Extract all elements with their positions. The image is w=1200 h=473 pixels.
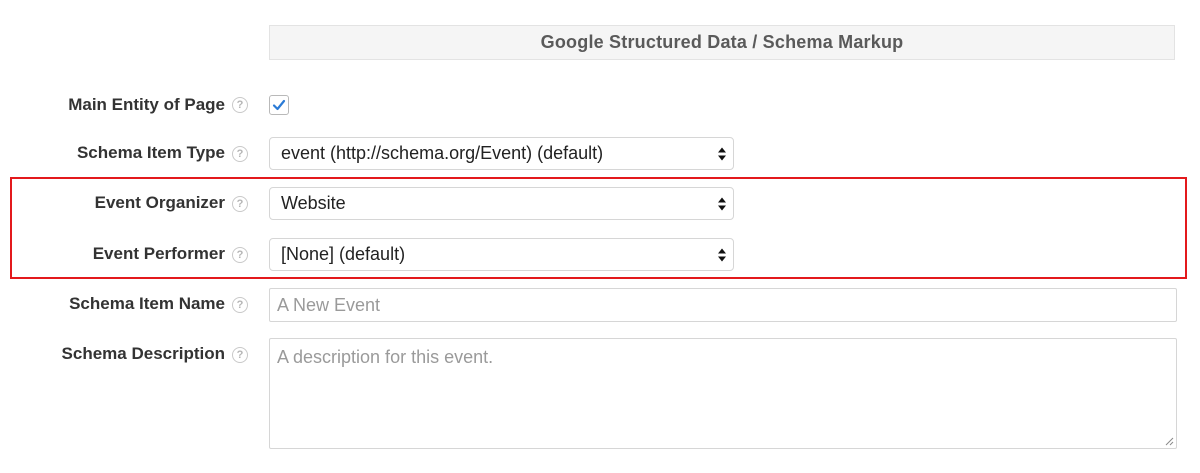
checkmark-icon [272,99,286,111]
schema-item-type-value: event (http://schema.org/Event) (default… [281,143,604,163]
schema-item-type-label: Schema Item Type [76,143,225,162]
schema-description-textarea[interactable]: A description for this event. [269,338,1177,449]
schema-description-placeholder: A description for this event. [277,347,494,367]
up-down-arrows-icon [718,147,726,161]
schema-description-label: Schema Description [61,344,225,363]
question-circle-icon[interactable]: ? [232,297,248,313]
row-main-entity: Main Entity of Page ? [0,93,1200,117]
question-circle-icon[interactable]: ? [232,347,248,363]
row-schema-description: Schema Description ? A description for t… [0,338,1200,449]
row-schema-item-type: Schema Item Type ? event (http://schema.… [0,137,1200,170]
event-organizer-label: Event Organizer [94,193,225,212]
row-schema-item-name: Schema Item Name ? A New Event [0,288,1200,322]
schema-item-type-select[interactable]: event (http://schema.org/Event) (default… [269,137,734,170]
event-organizer-select[interactable]: Website [269,187,734,220]
question-circle-icon[interactable]: ? [232,146,248,162]
section-title: Google Structured Data / Schema Markup [269,25,1175,60]
main-entity-checkbox[interactable] [269,95,289,115]
up-down-arrows-icon [718,248,726,262]
up-down-arrows-icon [718,197,726,211]
question-circle-icon[interactable]: ? [232,247,248,263]
main-entity-label: Main Entity of Page [68,95,225,114]
resize-grip-icon[interactable] [1165,437,1174,446]
row-event-performer: Event Performer ? [None] (default) [0,238,1200,271]
schema-item-name-label: Schema Item Name [69,294,225,313]
schema-item-name-input[interactable]: A New Event [269,288,1177,322]
question-circle-icon[interactable]: ? [232,196,248,212]
event-performer-label: Event Performer [92,244,225,263]
event-organizer-value: Website [281,193,346,213]
event-performer-select[interactable]: [None] (default) [269,238,734,271]
schema-item-name-placeholder: A New Event [277,294,381,315]
question-circle-icon[interactable]: ? [232,97,248,113]
event-performer-value: [None] (default) [281,244,406,264]
row-event-organizer: Event Organizer ? Website [0,187,1200,220]
schema-settings-panel: Google Structured Data / Schema Markup M… [0,0,1200,473]
